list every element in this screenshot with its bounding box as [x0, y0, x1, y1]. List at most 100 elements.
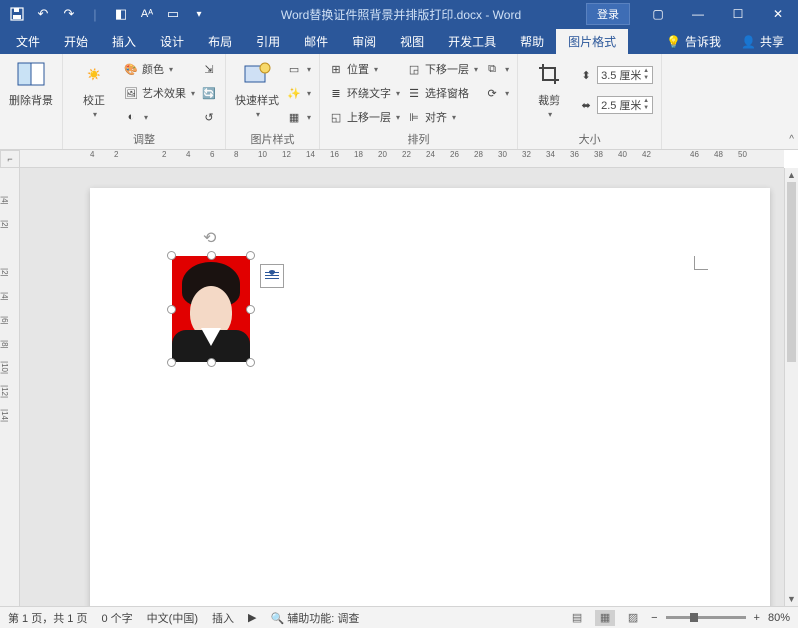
zoom-out-button[interactable]: − [651, 612, 657, 624]
reset-button[interactable]: ↺ [201, 106, 217, 128]
insert-mode[interactable]: 插入 [212, 610, 234, 626]
redo-icon[interactable]: ↷ [58, 3, 80, 25]
document-title: Word替换证件照背景并排版打印.docx - Word [216, 6, 586, 23]
tab-references[interactable]: 引用 [244, 29, 292, 54]
picture-effects-button[interactable]: ✨▾ [286, 82, 311, 104]
tab-insert[interactable]: 插入 [100, 29, 148, 54]
position-button[interactable]: ⊞位置▾ [328, 58, 400, 80]
layout-icon: ▦ [286, 109, 302, 125]
send-backward-button[interactable]: ◲下移一层▾ [406, 58, 478, 80]
share-button[interactable]: 👤共享 [731, 29, 794, 54]
layout-options-button[interactable] [260, 264, 284, 288]
collapse-ribbon-icon[interactable]: ^ [789, 134, 794, 145]
web-layout-icon[interactable]: ▨ [623, 610, 643, 626]
vertical-scrollbar[interactable]: ▲ ▼ [784, 168, 798, 606]
crop-icon [533, 58, 565, 90]
tab-picture-format[interactable]: 图片格式 [556, 29, 628, 54]
scroll-up-icon[interactable]: ▲ [785, 168, 798, 182]
ribbon-display-icon[interactable]: ▢ [638, 0, 678, 28]
read-mode-icon[interactable]: ▤ [567, 610, 587, 626]
align-button[interactable]: ⊫对齐▾ [406, 106, 478, 128]
save-icon[interactable] [6, 3, 28, 25]
color-button[interactable]: 🎨颜色▾ [123, 58, 195, 80]
quick-access-toolbar: ↶ ↷ | ◧ Aᴬ ▭ ▾ [0, 3, 216, 25]
group-label-styles: 图片样式 [234, 129, 311, 147]
group-remove-bg: 删除背景 [0, 54, 63, 149]
chevron-down-icon: ▾ [93, 110, 97, 119]
tab-view[interactable]: 视图 [388, 29, 436, 54]
selected-image[interactable]: ⟲ [172, 256, 250, 362]
tab-layout[interactable]: 布局 [196, 29, 244, 54]
selection-pane-button[interactable]: ☰选择窗格 [406, 82, 478, 104]
artistic-icon: 🖼 [123, 85, 139, 101]
undo-icon[interactable]: ↶ [32, 3, 54, 25]
width-icon: ⬌ [578, 97, 594, 113]
ruler-corner[interactable]: ⌐ [0, 150, 20, 168]
page[interactable]: ⟲ [90, 188, 770, 606]
width-field[interactable]: ⬌2.5 厘米▲▼ [578, 94, 653, 116]
resize-handle[interactable] [207, 251, 216, 260]
document-area[interactable]: ⟲ [20, 168, 784, 606]
resize-handle[interactable] [246, 358, 255, 367]
tab-mailings[interactable]: 邮件 [292, 29, 340, 54]
crop-button[interactable]: 裁剪▾ [526, 58, 572, 119]
height-field[interactable]: ⬍3.5 厘米▲▼ [578, 64, 653, 86]
vertical-ruler[interactable]: |4||2||2||4||6||8||10||12||14| [0, 168, 20, 606]
picture-border-button[interactable]: ▭▾ [286, 58, 311, 80]
tab-design[interactable]: 设计 [148, 29, 196, 54]
group-adjust: ☀️ 校正▾ 🎨颜色▾ 🖼艺术效果▾ ◐▾ ⇲ 🔄 ↺ 调整 [63, 54, 226, 149]
tab-file[interactable]: 文件 [4, 29, 52, 54]
page-number[interactable]: 第 1 页，共 1 页 [8, 610, 87, 626]
qat-item-2[interactable]: Aᴬ [136, 3, 158, 25]
bring-forward-button[interactable]: ◱上移一层▾ [328, 106, 400, 128]
macro-icon[interactable]: ▶ [248, 611, 256, 624]
close-icon[interactable]: ✕ [758, 0, 798, 28]
group-button[interactable]: ⧉▾ [484, 58, 509, 80]
login-button[interactable]: 登录 [586, 3, 630, 25]
language[interactable]: 中文(中国) [147, 610, 198, 626]
maximize-icon[interactable]: ☐ [718, 0, 758, 28]
corrections-button[interactable]: ☀️ 校正▾ [71, 58, 117, 119]
tab-help[interactable]: 帮助 [508, 29, 556, 54]
tab-review[interactable]: 审阅 [340, 29, 388, 54]
zoom-slider[interactable] [666, 616, 746, 619]
zoom-in-button[interactable]: + [754, 612, 760, 624]
qat-item-1[interactable]: ◧ [110, 3, 132, 25]
transparency-button[interactable]: ◐▾ [123, 106, 195, 128]
group-label-size: 大小 [526, 129, 653, 147]
remove-background-button[interactable]: 删除背景 [8, 58, 54, 108]
artistic-effects-button[interactable]: 🖼艺术效果▾ [123, 82, 195, 104]
tell-me-button[interactable]: 💡告诉我 [656, 29, 731, 54]
group-icon: ⧉ [484, 61, 500, 77]
rotate-icon: ⟳ [484, 85, 500, 101]
tab-developer[interactable]: 开发工具 [436, 29, 508, 54]
share-icon: 👤 [741, 35, 756, 49]
resize-handle[interactable] [167, 358, 176, 367]
styles-icon [241, 58, 273, 90]
qat-item-3[interactable]: ▭ [162, 3, 184, 25]
minimize-icon[interactable]: — [678, 0, 718, 28]
change-pic-icon: 🔄 [201, 85, 217, 101]
resize-handle[interactable] [207, 358, 216, 367]
resize-handle[interactable] [167, 251, 176, 260]
zoom-level[interactable]: 80% [768, 612, 790, 624]
wrap-text-button[interactable]: ≣环绕文字▾ [328, 82, 400, 104]
scroll-thumb[interactable] [787, 182, 796, 362]
margin-marker [694, 256, 708, 270]
compress-button[interactable]: ⇲ [201, 58, 217, 80]
scroll-down-icon[interactable]: ▼ [785, 592, 798, 606]
word-count[interactable]: 0 个字 [101, 610, 132, 626]
qat-more-icon[interactable]: ▾ [188, 3, 210, 25]
rotate-handle-icon[interactable]: ⟲ [203, 228, 219, 244]
print-layout-icon[interactable]: ▦ [595, 610, 615, 626]
picture-layout-button[interactable]: ▦▾ [286, 106, 311, 128]
resize-handle[interactable] [167, 305, 176, 314]
resize-handle[interactable] [246, 251, 255, 260]
change-picture-button[interactable]: 🔄 [201, 82, 217, 104]
resize-handle[interactable] [246, 305, 255, 314]
tab-home[interactable]: 开始 [52, 29, 100, 54]
horizontal-ruler[interactable]: 4224681012141618202224262830323436384042… [20, 150, 784, 168]
quick-styles-button[interactable]: 快速样式▾ [234, 58, 280, 119]
rotate-button[interactable]: ⟳▾ [484, 82, 509, 104]
accessibility-status[interactable]: 🔍 辅助功能: 调查 [270, 610, 359, 626]
